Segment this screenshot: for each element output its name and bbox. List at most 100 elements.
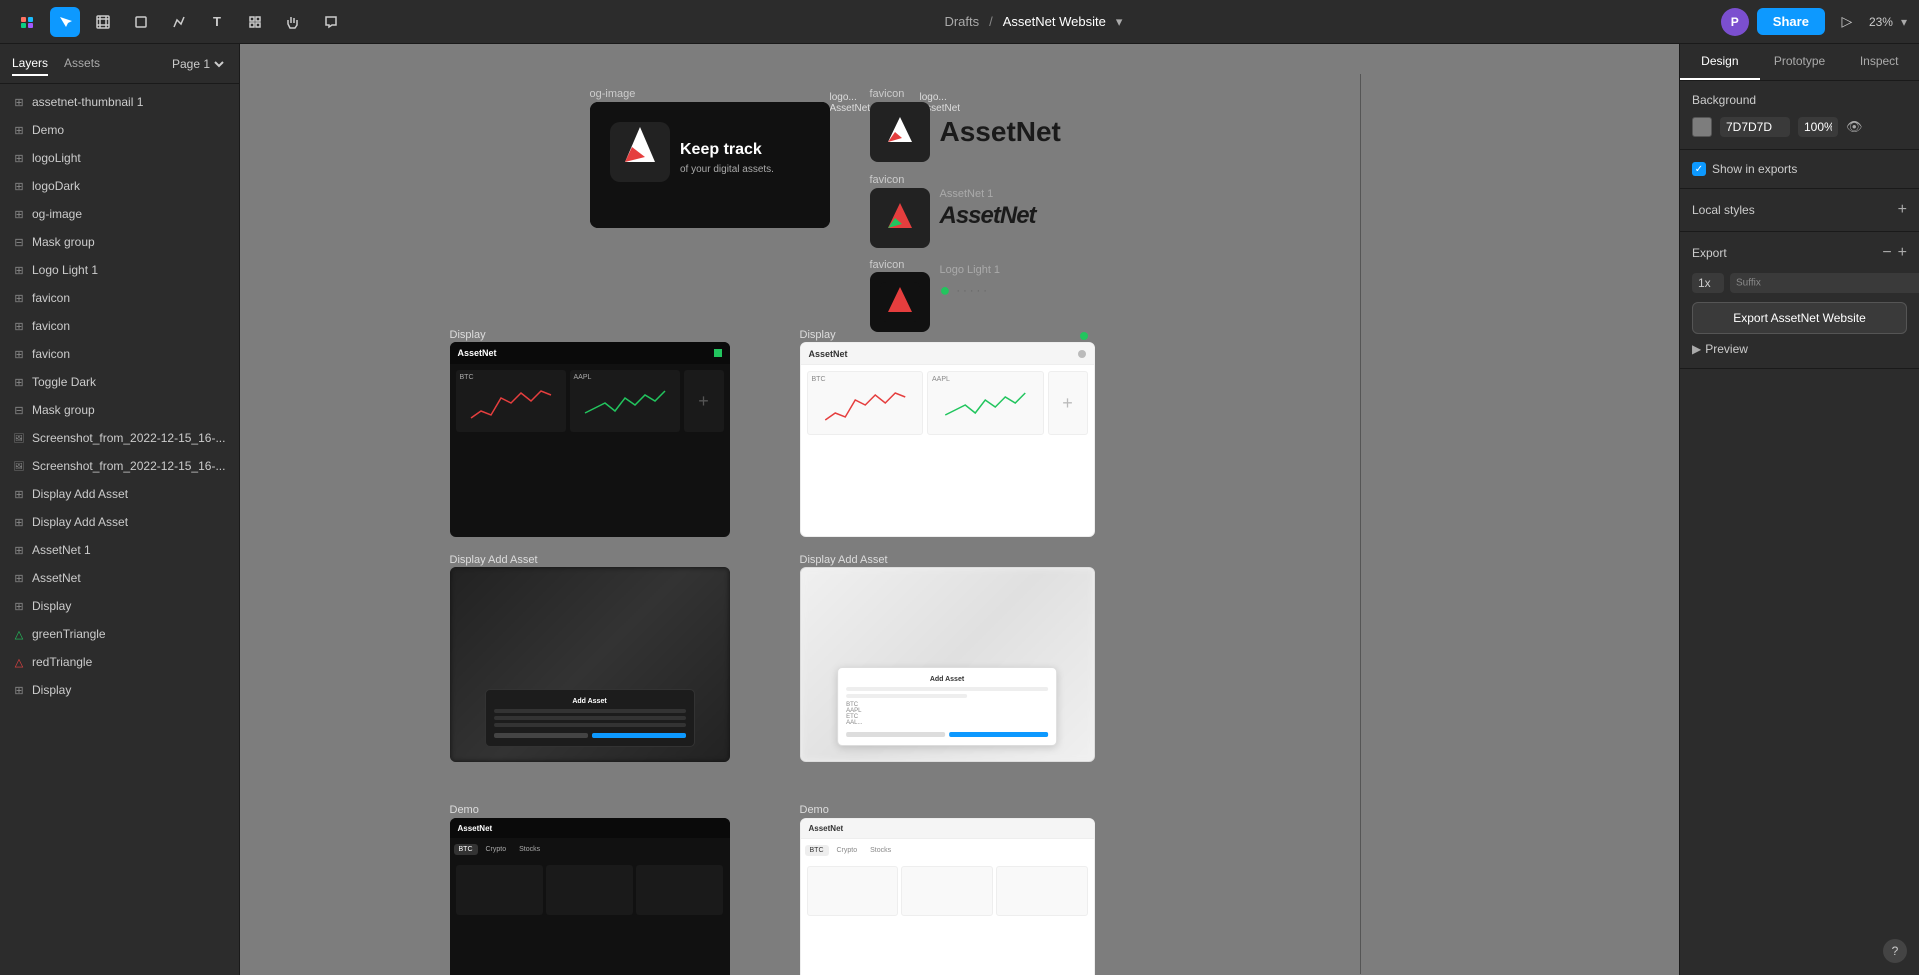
- pen-tool-button[interactable]: [164, 7, 194, 37]
- demo-frame-dark[interactable]: AssetNet BTC Crypto Stocks: [450, 818, 730, 975]
- help-button[interactable]: ?: [1883, 939, 1907, 963]
- add-local-style-button[interactable]: +: [1898, 201, 1907, 219]
- tab-layers[interactable]: Layers: [12, 52, 48, 76]
- layer-name: Mask group: [32, 235, 231, 249]
- background-opacity-input[interactable]: [1798, 117, 1838, 137]
- show-in-exports-section: ✓ Show in exports: [1680, 150, 1919, 189]
- layer-item-display-add-asset-1[interactable]: ⊞ Display Add Asset: [0, 480, 239, 508]
- layer-item-screenshot-2[interactable]: 🖼 Screenshot_from_2022-12-15_16-...: [0, 452, 239, 480]
- layer-item-favicon-3[interactable]: ⊞ favicon: [0, 340, 239, 368]
- display-frame-light[interactable]: AssetNet BTC AAPL: [800, 342, 1095, 537]
- page-selector[interactable]: Page 1: [168, 56, 227, 72]
- frame-icon: ⊞: [12, 488, 26, 501]
- toolbar-right: P Share ▷ 23% ▾: [1721, 8, 1907, 36]
- svg-text:Keep track: Keep track: [680, 141, 762, 158]
- remove-export-button[interactable]: −: [1882, 244, 1891, 262]
- layer-name: Display: [32, 683, 231, 697]
- zoom-dropdown-arrow[interactable]: ▾: [1901, 15, 1907, 29]
- background-color-swatch[interactable]: [1692, 117, 1712, 137]
- layer-item-mask-group-2[interactable]: ⊟ Mask group: [0, 396, 239, 424]
- export-button[interactable]: Export AssetNet Website: [1692, 302, 1907, 334]
- present-button[interactable]: ▷: [1833, 8, 1861, 36]
- layer-item-screenshot-1[interactable]: 🖼 Screenshot_from_2022-12-15_16-...: [0, 424, 239, 452]
- frame-icon: ⊞: [12, 348, 26, 361]
- hand-tool-button[interactable]: [278, 7, 308, 37]
- breadcrumb-dropdown-arrow[interactable]: ▾: [1116, 14, 1123, 30]
- demo-label-1: Demo: [450, 804, 479, 816]
- layer-item-assetnet-1[interactable]: ⊞ AssetNet 1: [0, 536, 239, 564]
- tab-prototype[interactable]: Prototype: [1760, 44, 1840, 80]
- frame-tool-button[interactable]: [88, 7, 118, 37]
- display-frame-dark[interactable]: AssetNet BTC AAPL: [450, 342, 730, 537]
- user-avatar-button[interactable]: P: [1721, 8, 1749, 36]
- layer-item-display-1[interactable]: ⊞ Display: [0, 592, 239, 620]
- og-image-frame[interactable]: Keep track of your digital assets.: [590, 102, 830, 228]
- comment-tool-button[interactable]: [316, 7, 346, 37]
- favicon-frame-2[interactable]: [870, 188, 930, 248]
- breadcrumb-parent[interactable]: Drafts: [944, 14, 979, 29]
- background-section-header: Background: [1692, 93, 1907, 107]
- add-export-button[interactable]: +: [1898, 244, 1907, 262]
- background-hex-input[interactable]: [1720, 117, 1790, 137]
- layer-item-display-2[interactable]: ⊞ Display: [0, 676, 239, 704]
- layer-name: favicon: [32, 291, 231, 305]
- text-tool-button[interactable]: T: [202, 7, 232, 37]
- layer-item-green-triangle[interactable]: △ greenTriangle: [0, 620, 239, 648]
- demo-frame-light[interactable]: AssetNet BTC Crypto Stocks: [800, 818, 1095, 975]
- frame-icon: ⊞: [12, 600, 26, 613]
- layer-name: Display Add Asset: [32, 487, 231, 501]
- layer-name: greenTriangle: [32, 627, 231, 641]
- layer-name: logoDark: [32, 179, 231, 193]
- layer-name: favicon: [32, 319, 231, 333]
- zoom-level[interactable]: 23%: [1869, 15, 1893, 29]
- background-section: Background 👁: [1680, 81, 1919, 150]
- breadcrumb-separator: /: [989, 14, 993, 29]
- tab-design[interactable]: Design: [1680, 44, 1760, 80]
- layer-item-red-triangle[interactable]: △ redTriangle: [0, 648, 239, 676]
- frame-icon: ⊞: [12, 684, 26, 697]
- export-suffix-input[interactable]: [1730, 273, 1919, 293]
- layer-item-logodark[interactable]: ⊞ logoDark: [0, 172, 239, 200]
- layer-name: redTriangle: [32, 655, 231, 669]
- layer-item-logo-light-1[interactable]: ⊞ Logo Light 1: [0, 256, 239, 284]
- favicon-frame-1[interactable]: [870, 102, 930, 162]
- layer-item-display-add-asset-2[interactable]: ⊞ Display Add Asset: [0, 508, 239, 536]
- image-icon: 🖼: [12, 461, 26, 472]
- select-tool-button[interactable]: [50, 7, 80, 37]
- background-visibility-toggle[interactable]: 👁: [1846, 119, 1863, 135]
- export-scale-input[interactable]: [1692, 273, 1724, 293]
- layer-item-assetnet-thumbnail[interactable]: ⊞ assetnet-thumbnail 1: [0, 88, 239, 116]
- layer-name: Display Add Asset: [32, 515, 231, 529]
- show-in-exports-checkbox[interactable]: ✓: [1692, 162, 1706, 176]
- logo-label-1: logo...AssetNet: [830, 92, 871, 114]
- layer-item-favicon-2[interactable]: ⊞ favicon: [0, 312, 239, 340]
- logo-light-label: favicon: [870, 259, 905, 271]
- share-button[interactable]: Share: [1757, 8, 1825, 35]
- tab-assets[interactable]: Assets: [64, 52, 100, 76]
- shape-tool-button[interactable]: [126, 7, 156, 37]
- layer-item-demo[interactable]: ⊞ Demo: [0, 116, 239, 144]
- layer-item-favicon-1[interactable]: ⊞ favicon: [0, 284, 239, 312]
- layer-item-mask-group-1[interactable]: ⊟ Mask group: [0, 228, 239, 256]
- main-menu-button[interactable]: [12, 7, 42, 37]
- layer-item-logolight[interactable]: ⊞ logoLight: [0, 144, 239, 172]
- background-section-title: Background: [1692, 93, 1756, 107]
- frame-icon: ⊞: [12, 124, 26, 137]
- layer-item-toggle-dark[interactable]: ⊞ Toggle Dark: [0, 368, 239, 396]
- layer-item-og-image[interactable]: ⊞ og-image: [0, 200, 239, 228]
- layer-name: AssetNet 1: [32, 543, 231, 557]
- tab-inspect[interactable]: Inspect: [1839, 44, 1919, 80]
- favicon-frame-3[interactable]: [870, 272, 930, 332]
- component-tool-button[interactable]: [240, 7, 270, 37]
- layer-name: favicon: [32, 347, 231, 361]
- mask-icon: ⊟: [12, 404, 26, 417]
- layer-name: Mask group: [32, 403, 231, 417]
- canvas-area[interactable]: logo...AssetNet logo...AssetNet og-image…: [240, 44, 1679, 975]
- display-add-asset-frame-light[interactable]: Add Asset BTC AAPL ETC AAL...: [800, 567, 1095, 762]
- breadcrumb-current[interactable]: AssetNet Website: [1003, 14, 1106, 29]
- preview-expand-icon[interactable]: ▶: [1692, 342, 1701, 356]
- layer-item-assetnet[interactable]: ⊞ AssetNet: [0, 564, 239, 592]
- toolbar-center: Drafts / AssetNet Website ▾: [944, 14, 1122, 30]
- frame-icon: ⊞: [12, 152, 26, 165]
- display-add-asset-frame-dark[interactable]: Add Asset: [450, 567, 730, 762]
